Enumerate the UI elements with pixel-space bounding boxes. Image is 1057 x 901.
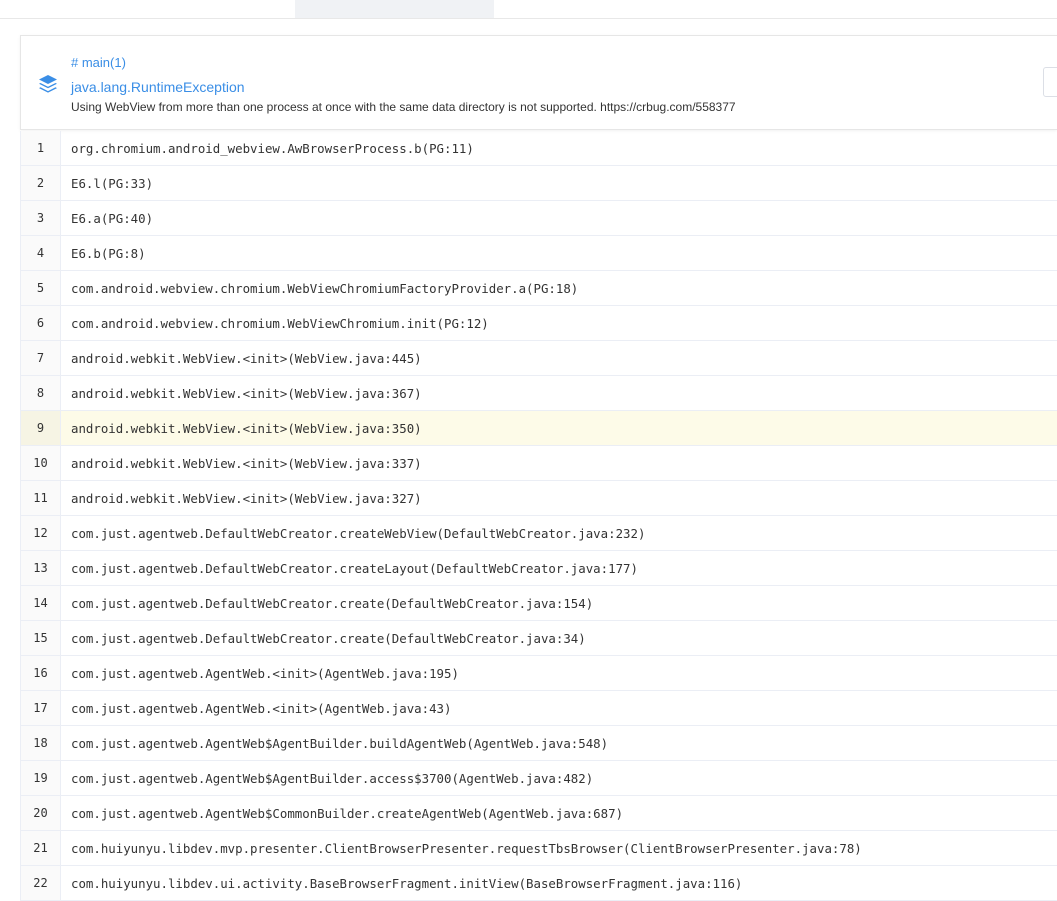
- stack-frame-row[interactable]: 9 android.webkit.WebView.<init>(WebView.j…: [21, 411, 1057, 446]
- exception-message: Using WebView from more than one process…: [71, 100, 736, 114]
- line-number: 17: [21, 691, 61, 725]
- stack-frame-text: E6.a(PG:40): [71, 210, 154, 226]
- line-number: 6: [21, 306, 61, 340]
- stack-frame-text: android.webkit.WebView.<init>(WebView.ja…: [71, 350, 422, 366]
- line-number: 22: [21, 866, 61, 900]
- line-number: 21: [21, 831, 61, 865]
- stack-frame-text: com.huiyunyu.libdev.mvp.presenter.Client…: [71, 840, 862, 856]
- stack-frame-text: com.just.agentweb.DefaultWebCreator.crea…: [71, 560, 638, 576]
- stack-frame-text: com.just.agentweb.DefaultWebCreator.crea…: [71, 525, 646, 541]
- line-number: 8: [21, 376, 61, 410]
- stack-frame-row[interactable]: 15 com.just.agentweb.DefaultWebCreator.cr…: [21, 621, 1057, 656]
- line-number: 19: [21, 761, 61, 795]
- stack-frame-row[interactable]: 16 com.just.agentweb.AgentWeb.<init>(Agen…: [21, 656, 1057, 691]
- line-number: 1: [21, 131, 61, 165]
- stack-frame-row[interactable]: 20 com.just.agentweb.AgentWeb$CommonBuild…: [21, 796, 1057, 831]
- line-number: 11: [21, 481, 61, 515]
- line-number: 15: [21, 621, 61, 655]
- stack-frame-text: com.just.agentweb.AgentWeb$CommonBuilder…: [71, 805, 624, 821]
- stack-frame-text: org.chromium.android_webview.AwBrowserPr…: [71, 140, 474, 156]
- line-number: 9: [21, 411, 61, 445]
- stack-frame-text: android.webkit.WebView.<init>(WebView.ja…: [71, 490, 422, 506]
- stack-frame-row[interactable]: 13 com.just.agentweb.DefaultWebCreator.cr…: [21, 551, 1057, 586]
- stack-frame-row[interactable]: 18 com.just.agentweb.AgentWeb$AgentBuilde…: [21, 726, 1057, 761]
- line-number: 20: [21, 796, 61, 830]
- stack-frame-text: com.android.webview.chromium.WebViewChro…: [71, 280, 579, 296]
- line-number: 13: [21, 551, 61, 585]
- line-number: 14: [21, 586, 61, 620]
- stack-frame-row[interactable]: 4 E6.b(PG:8): [21, 236, 1057, 271]
- stack-frame-text: com.just.agentweb.AgentWeb.<init>(AgentW…: [71, 665, 459, 681]
- stack-frame-text: android.webkit.WebView.<init>(WebView.ja…: [71, 420, 422, 436]
- stack-frame-row[interactable]: 14 com.just.agentweb.DefaultWebCreator.cr…: [21, 586, 1057, 621]
- stack-frame-row[interactable]: 1 org.chromium.android_webview.AwBrowserP…: [21, 131, 1057, 166]
- stack-frame-row[interactable]: 19 com.just.agentweb.AgentWeb$AgentBuilde…: [21, 761, 1057, 796]
- stack-frame-row[interactable]: 6 com.android.webview.chromium.WebViewChr…: [21, 306, 1057, 341]
- stack-frame-text: com.just.agentweb.AgentWeb$AgentBuilder.…: [71, 735, 609, 751]
- exception-type[interactable]: java.lang.RuntimeException: [71, 79, 245, 95]
- stack-frame-row[interactable]: 2 E6.l(PG:33): [21, 166, 1057, 201]
- layers-icon: [37, 73, 59, 95]
- stack-frame-row[interactable]: 7 android.webkit.WebView.<init>(WebView.j…: [21, 341, 1057, 376]
- stack-frame-row[interactable]: 8 android.webkit.WebView.<init>(WebView.j…: [21, 376, 1057, 411]
- stack-frame-row[interactable]: 21 com.huiyunyu.libdev.mvp.presenter.Clie…: [21, 831, 1057, 866]
- top-tab-bar: [0, 0, 1057, 19]
- stack-frame-text: com.just.agentweb.DefaultWebCreator.crea…: [71, 595, 594, 611]
- stack-frame-text: android.webkit.WebView.<init>(WebView.ja…: [71, 385, 422, 401]
- stack-frame-row[interactable]: 5 com.android.webview.chromium.WebViewChr…: [21, 271, 1057, 306]
- stack-frame-row[interactable]: 17 com.just.agentweb.AgentWeb.<init>(Agen…: [21, 691, 1057, 726]
- line-number: 16: [21, 656, 61, 690]
- stack-frame-text: com.just.agentweb.DefaultWebCreator.crea…: [71, 630, 586, 646]
- stack-frame-row[interactable]: 12 com.just.agentweb.DefaultWebCreator.cr…: [21, 516, 1057, 551]
- line-number: 12: [21, 516, 61, 550]
- stack-frame-row[interactable]: 22 com.huiyunyu.libdev.ui.activity.BaseBr…: [21, 866, 1057, 901]
- line-number: 4: [21, 236, 61, 270]
- exception-header-card: # main(1) java.lang.RuntimeException Usi…: [20, 35, 1057, 130]
- stack-frame-row[interactable]: 11 android.webkit.WebView.<init>(WebView.…: [21, 481, 1057, 516]
- stack-frame-text: com.android.webview.chromium.WebViewChro…: [71, 315, 489, 331]
- stack-trace-list: 1 org.chromium.android_webview.AwBrowserP…: [20, 131, 1057, 901]
- stack-frame-text: E6.l(PG:33): [71, 175, 154, 191]
- stack-frame-text: com.just.agentweb.AgentWeb$AgentBuilder.…: [71, 770, 594, 786]
- line-number: 5: [21, 271, 61, 305]
- line-number: 7: [21, 341, 61, 375]
- stack-frame-text: com.huiyunyu.libdev.ui.activity.BaseBrow…: [71, 875, 743, 891]
- line-number: 18: [21, 726, 61, 760]
- thread-label[interactable]: # main(1): [71, 55, 126, 71]
- stack-frame-row[interactable]: 3 E6.a(PG:40): [21, 201, 1057, 236]
- stack-frame-text: com.just.agentweb.AgentWeb.<init>(AgentW…: [71, 700, 452, 716]
- line-number: 2: [21, 166, 61, 200]
- line-number: 3: [21, 201, 61, 235]
- stack-frame-row[interactable]: 10 android.webkit.WebView.<init>(WebView.…: [21, 446, 1057, 481]
- expand-button[interactable]: [1043, 67, 1057, 97]
- tab-active[interactable]: [295, 0, 494, 18]
- stack-frame-text: android.webkit.WebView.<init>(WebView.ja…: [71, 455, 422, 471]
- stack-frame-text: E6.b(PG:8): [71, 245, 146, 261]
- line-number: 10: [21, 446, 61, 480]
